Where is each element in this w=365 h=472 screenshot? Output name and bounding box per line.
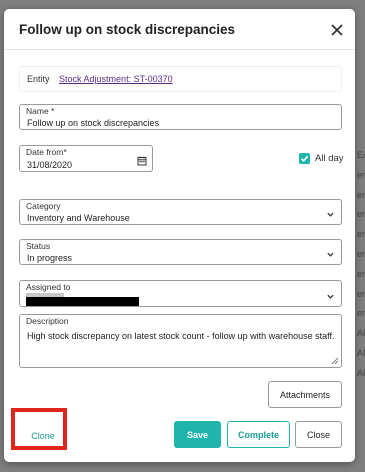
calendar-icon[interactable] — [137, 156, 147, 166]
bg-fragment: AR — [357, 367, 365, 378]
date-from-label: Date from* — [26, 147, 67, 157]
bg-fragment: em — [357, 248, 365, 259]
bg-fragment: em — [357, 169, 365, 180]
redaction-bar — [26, 297, 139, 306]
attachments-button[interactable]: Attachments — [268, 381, 342, 408]
all-day-toggle[interactable]: All day — [299, 153, 344, 164]
chevron-down-icon — [327, 252, 334, 257]
name-label: Name * — [26, 106, 55, 116]
chevron-down-icon — [327, 294, 334, 299]
status-label: Status — [26, 241, 51, 251]
bg-fragment: em — [357, 268, 365, 279]
resize-handle-icon[interactable] — [331, 357, 339, 365]
description-label: Description — [26, 316, 69, 326]
name-value: Follow up on stock discrepancies — [27, 118, 160, 128]
description-value: High stock discrepancy on latest stock c… — [27, 331, 335, 341]
chevron-down-icon — [327, 212, 334, 217]
bg-fragment: em — [357, 288, 365, 299]
task-modal: Follow up on stock discrepancies Entity … — [4, 9, 355, 462]
date-from-value: 31/08/2020 — [27, 160, 73, 170]
modal-header: Follow up on stock discrepancies — [4, 9, 355, 50]
status-select[interactable]: Status In progress — [19, 239, 342, 265]
background-column-fragments: EA em em em em em em em em AR AR AR — [357, 150, 365, 388]
bg-fragment: em — [357, 189, 365, 200]
category-label: Category — [26, 201, 61, 211]
close-button[interactable]: Close — [295, 421, 342, 448]
status-value: In progress — [27, 253, 73, 263]
bg-fragment: em — [357, 229, 365, 240]
name-field[interactable]: Name * Follow up on stock discrepancies — [19, 104, 342, 130]
checkbox-checked-icon[interactable] — [299, 153, 310, 164]
entity-label: Entity — [27, 74, 50, 84]
entity-link[interactable]: Stock Adjustment: ST-00370 — [59, 74, 173, 84]
date-from-field[interactable]: Date from* 31/08/2020 — [19, 145, 153, 172]
entity-row: Entity Stock Adjustment: ST-00370 — [19, 66, 342, 92]
assigned-to-select[interactable]: Assigned to — [19, 280, 342, 307]
assigned-to-label: Assigned to — [26, 282, 71, 292]
clone-highlight-box — [11, 408, 67, 450]
bg-fragment: AR — [357, 347, 365, 358]
close-icon[interactable] — [329, 22, 345, 38]
bg-fragment: em — [357, 209, 365, 220]
bg-fragment: EA — [357, 150, 365, 160]
save-button[interactable]: Save — [174, 421, 221, 448]
bg-fragment: AR — [357, 328, 365, 339]
description-textarea[interactable]: Description High stock discrepancy on la… — [19, 314, 342, 368]
category-select[interactable]: Category Inventory and Warehouse — [19, 199, 342, 225]
complete-button[interactable]: Complete — [227, 421, 290, 448]
bg-fragment: em — [357, 308, 365, 319]
all-day-label: All day — [315, 153, 344, 164]
modal-title: Follow up on stock discrepancies — [19, 22, 236, 37]
category-value: Inventory and Warehouse — [27, 213, 130, 223]
